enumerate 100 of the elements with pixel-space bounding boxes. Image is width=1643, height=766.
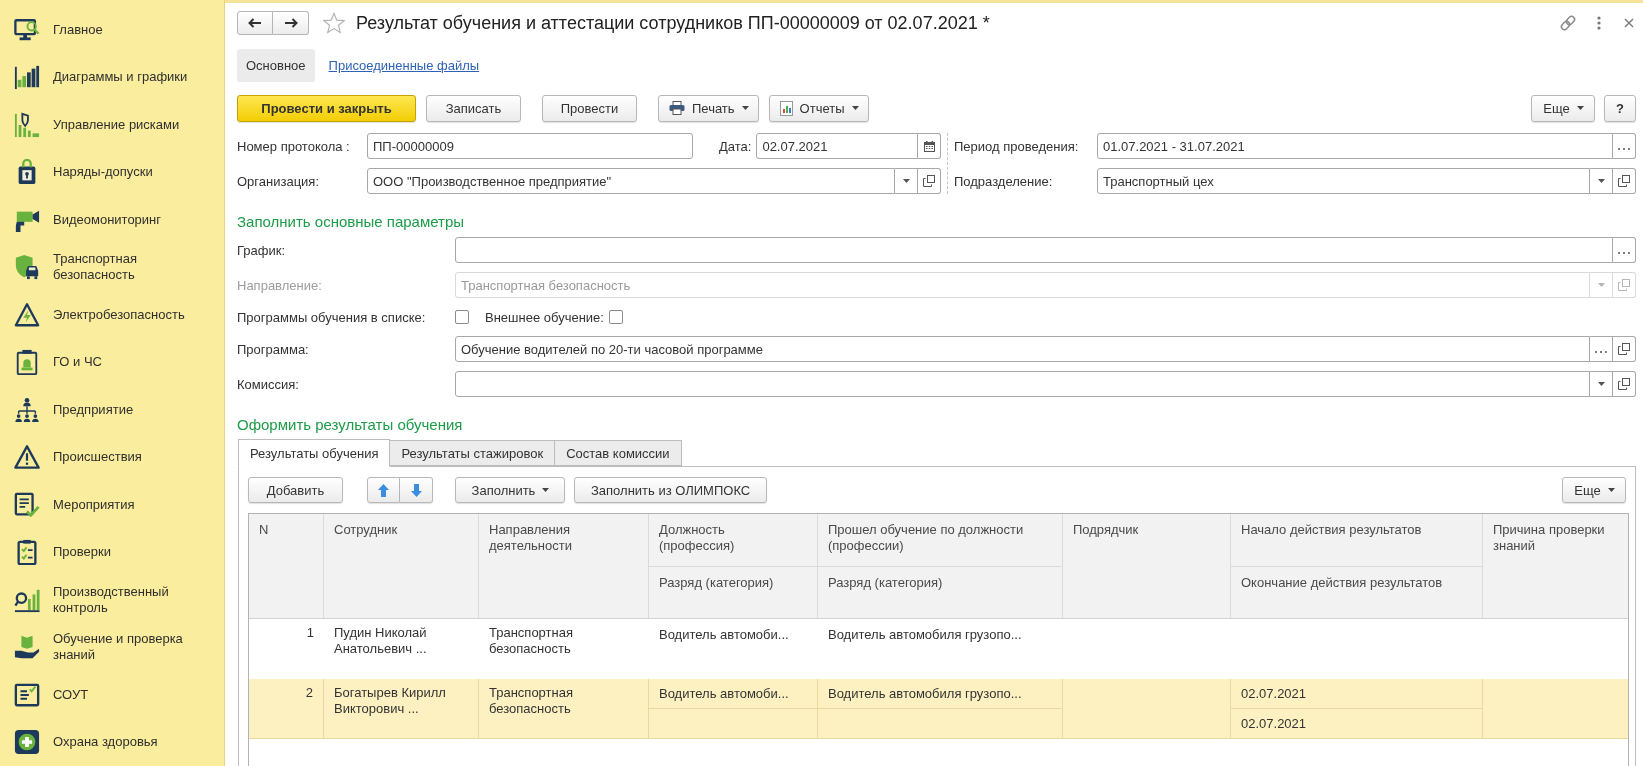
close-icon[interactable] <box>1624 18 1634 28</box>
form-tab[interactable]: Присоединенные файлы <box>328 58 480 73</box>
dropdown-button[interactable] <box>895 168 918 194</box>
select-field[interactable]: Обучение водителей по 20-ти часовой программе <box>455 336 1590 362</box>
table-cell-text: Транспортная безопасность <box>488 624 574 658</box>
sidebar-item[interactable]: Диаграммы и графики <box>0 53 224 101</box>
sidebar-item[interactable]: Обучение и проверка знаний <box>0 623 224 671</box>
lightning-triangle-icon <box>14 301 40 328</box>
field-label: Дата: <box>719 138 752 154</box>
table-cell: 2 <box>249 679 324 739</box>
date-field[interactable]: 02.07.2021 <box>756 133 918 159</box>
caret-icon <box>1597 179 1605 183</box>
checklist-icon <box>14 539 40 566</box>
sidebar-item[interactable]: Электробезопасность <box>0 291 224 339</box>
fill-from-button[interactable]: Заполнить из ОЛИМПОКС <box>574 477 768 503</box>
select-button[interactable] <box>1613 237 1636 263</box>
table-cell: Транспортная безопасность <box>479 679 649 739</box>
open-button[interactable] <box>1613 336 1636 362</box>
select-field[interactable]: 01.07.2021 - 31.07.2021 <box>1097 133 1613 159</box>
arrow-up-icon <box>378 483 389 497</box>
dropdown-field[interactable]: Транспортный цех <box>1097 168 1590 194</box>
open-button[interactable] <box>1613 371 1636 397</box>
post-and-close-button[interactable]: Провести и закрыть <box>237 94 416 122</box>
checkbox[interactable] <box>608 310 623 324</box>
dropdown-field[interactable] <box>455 371 1590 397</box>
move-down-button[interactable] <box>400 477 433 503</box>
help-button[interactable]: ? <box>1604 94 1636 122</box>
dropdown-field[interactable]: ООО "Производственное предприятие" <box>367 168 895 194</box>
section-heading: Заполнить основные параметры <box>237 212 465 232</box>
arrow-down-icon <box>410 483 422 497</box>
tab[interactable]: Результаты обучения <box>238 439 391 467</box>
caret-icon <box>741 106 749 110</box>
dropdown-button[interactable] <box>1590 168 1613 194</box>
sidebar-item[interactable]: Производственный контроль <box>0 576 224 624</box>
checkbox[interactable] <box>455 310 469 324</box>
add-button[interactable]: Добавить <box>248 477 343 503</box>
toolbar-button[interactable]: Провести <box>542 94 637 122</box>
open-button[interactable] <box>918 168 941 194</box>
tab[interactable]: Состав комиссии <box>554 440 682 466</box>
column-header: Прошел обучение по должности (профессии) <box>818 514 1063 567</box>
sidebar-item[interactable]: Главное <box>0 6 224 54</box>
print-menu-button[interactable]: Печать <box>658 94 759 122</box>
column-header: Причина проверки знаний <box>1492 521 1606 555</box>
sidebar-item[interactable]: Наряды-допуски <box>0 148 224 196</box>
column-header: Подрядчик <box>1063 514 1231 618</box>
field-label: Подразделение: <box>954 173 1054 189</box>
sidebar-item[interactable]: Транспортная безопасность <box>0 243 224 291</box>
caret-icon <box>1597 283 1605 287</box>
caret-icon <box>542 488 550 492</box>
more-menu-button[interactable]: Еще <box>1531 94 1595 122</box>
sidebar-item[interactable]: Проверки <box>0 528 224 576</box>
move-up-button[interactable] <box>367 477 400 503</box>
table-cell: 02.07.2021 <box>1231 709 1483 739</box>
form-check-icon <box>14 681 40 708</box>
sidebar-item[interactable]: СОУТ <box>0 671 224 719</box>
forward-button[interactable] <box>273 11 309 35</box>
table-cell: 02.07.2021 <box>1231 679 1483 709</box>
sidebar-item[interactable]: Происшествия <box>0 433 224 481</box>
table-cell-text: Водитель автомобиля грузопо... <box>827 625 1023 644</box>
star-icon[interactable] <box>323 12 345 34</box>
hand-book-icon <box>14 634 40 661</box>
back-button[interactable] <box>237 11 273 35</box>
sidebar-item[interactable]: Видеомониторинг <box>0 196 224 244</box>
field-label: Номер протокола : <box>237 138 351 154</box>
link-icon[interactable] <box>1559 14 1577 32</box>
table-cell-text: 1 <box>305 624 315 642</box>
text-field[interactable]: ПП-00000009 <box>367 133 693 159</box>
table-row[interactable]: 2 Богатырев Кирилл Викторович ... Транспортная безопасность Водитель автомоби... Водитель автомобиля грузопо... 02.07.2021 02.07.2021 <box>249 679 1628 739</box>
arrow-left-icon <box>248 18 262 28</box>
open-button[interactable] <box>1613 168 1636 194</box>
calendar-button[interactable] <box>918 133 941 159</box>
bar-chart-icon <box>14 64 40 91</box>
caret-icon <box>1576 106 1584 110</box>
sidebar-item[interactable]: Охрана здоровья <box>0 718 224 766</box>
reports-menu-button[interactable]: Отчеты <box>768 94 869 122</box>
shield-car-icon <box>14 254 40 281</box>
table-cell-text: Водитель автомоби... <box>658 625 790 644</box>
table-cell: Водитель автомобиля грузопо... <box>818 679 1063 709</box>
sidebar-item[interactable]: Предприятие <box>0 386 224 434</box>
fill-menu-button[interactable]: Заполнить <box>455 477 565 503</box>
sidebar-item[interactable]: Управление рисками <box>0 101 224 149</box>
form-tab[interactable]: Основное <box>237 49 315 82</box>
table-cell: Водитель автомоби... <box>649 679 818 709</box>
toolbar-button[interactable]: Записать <box>426 94 521 122</box>
open-window-icon <box>1618 378 1630 390</box>
tab[interactable]: Результаты стажировок <box>389 440 556 466</box>
more-menu-button[interactable]: Еще <box>1562 477 1626 503</box>
sidebar-item[interactable]: ГО и ЧС <box>0 338 224 386</box>
table-row[interactable]: 1 Пудин Николай Анатольевич ... Транспортная безопасность Водитель автомоби... Водитель автомобиля грузопо... <box>249 619 1628 679</box>
caret-icon <box>851 106 859 110</box>
calendar-icon <box>923 140 935 152</box>
warning-icon <box>14 444 40 471</box>
medical-cross-icon <box>14 729 40 756</box>
sidebar-item[interactable]: Мероприятия <box>0 481 224 529</box>
open-window-icon <box>1618 279 1630 291</box>
field-label: Комиссия: <box>237 376 300 392</box>
select-field[interactable] <box>455 237 1613 263</box>
select-button[interactable] <box>1613 133 1636 159</box>
more-icon[interactable] <box>1597 16 1601 30</box>
dropdown-button[interactable] <box>1590 371 1613 397</box>
